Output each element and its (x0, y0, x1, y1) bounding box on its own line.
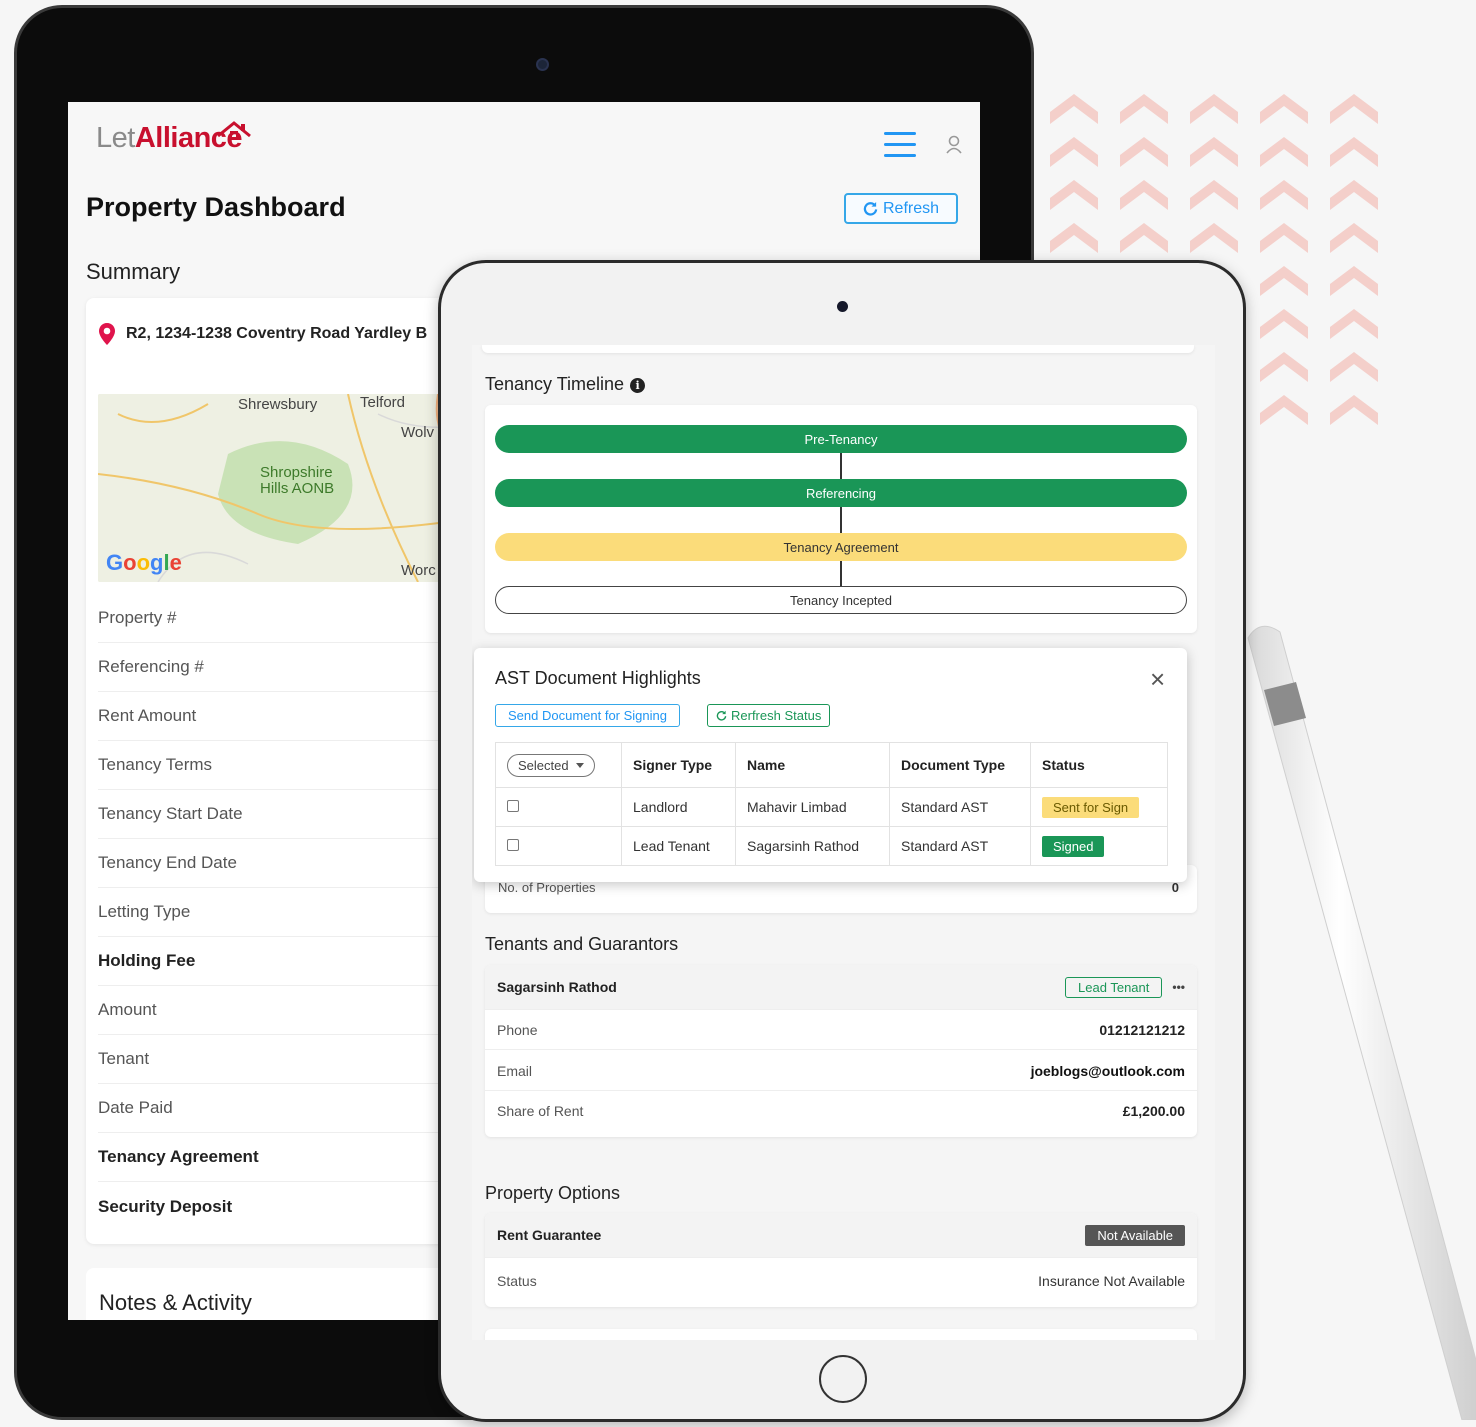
signer-type-cell: Lead Tenant (621, 826, 736, 866)
next-card-edge (485, 1329, 1197, 1340)
map-label-shropshire: Shropshire (260, 464, 333, 481)
tenant-name: Sagarsinh Rathod (497, 979, 617, 995)
map-label-worc: Worc (401, 562, 436, 579)
house-logo-icon (217, 121, 251, 139)
tenant-email-row: Email joeblogs@outlook.com (485, 1051, 1197, 1091)
property-options-card: Rent Guarantee Not Available Status Insu… (485, 1213, 1197, 1307)
refresh-label: Refresh (882, 199, 940, 217)
property-address: R2, 1234-1238 Coventry Road Yardley B (98, 322, 427, 346)
page-title: Property Dashboard (86, 192, 346, 222)
row-select-cell (495, 826, 622, 866)
refresh-icon (716, 710, 727, 721)
location-pin-icon (99, 323, 115, 345)
tablet-camera (536, 58, 549, 71)
tablet-front: Tenancy Timeline i Pre-Tenancy Referencin… (438, 260, 1246, 1422)
timeline-connector (840, 560, 842, 586)
status-badge: Signed (1042, 835, 1105, 857)
signer-type-header[interactable]: Signer Type (621, 742, 736, 788)
share-of-rent-value: £1,200.00 (1122, 1103, 1185, 1119)
selected-dropdown-label: Selected (518, 757, 569, 773)
refresh-button[interactable]: Refresh (844, 193, 958, 224)
chevron-down-icon (575, 762, 584, 768)
signer-type-cell: Landlord (621, 787, 736, 827)
refresh-icon (863, 201, 878, 216)
name-cell: Mahavir Limbad (735, 787, 890, 827)
tenancy-screen: Tenancy Timeline i Pre-Tenancy Referencin… (472, 345, 1215, 1340)
tenancy-timeline-title: Tenancy Timeline i (485, 374, 646, 395)
properties-count-value: 0 (1171, 880, 1179, 895)
refresh-status-button[interactable]: Rerfresh Status (707, 704, 831, 727)
row-checkbox[interactable] (507, 839, 519, 851)
name-header[interactable]: Name (735, 742, 890, 788)
tenancy-timeline-title-text: Tenancy Timeline (485, 374, 625, 394)
table-row: Landlord Mahavir Limbad Standard AST Sen… (495, 787, 1168, 827)
send-document-for-signing-button[interactable]: Send Document for Signing (495, 704, 680, 727)
properties-count-label: No. of Properties (498, 880, 596, 895)
ast-modal-title: AST Document Highlights (495, 668, 701, 688)
name-cell: Sagarsinh Rathod (735, 826, 890, 866)
row-checkbox[interactable] (507, 800, 519, 812)
timeline-connector (840, 453, 842, 479)
email-value: joeblogs@outlook.com (1030, 1062, 1185, 1079)
letalliance-logo[interactable]: LetAlliance (96, 121, 251, 155)
timeline-step-tenancy-agreement[interactable]: Tenancy Agreement (495, 533, 1187, 561)
timeline-step-tenancy-incepted[interactable]: Tenancy Incepted (495, 586, 1187, 614)
status-value: Insurance Not Available (1038, 1273, 1185, 1289)
not-available-badge: Not Available (1085, 1224, 1185, 1246)
status-header[interactable]: Status (1030, 742, 1168, 788)
map-label-shrewsbury: Shrewsbury (238, 396, 318, 413)
google-logo: Google (106, 550, 182, 575)
summary-heading: Summary (86, 259, 181, 284)
phone-label: Phone (497, 1021, 538, 1038)
user-profile-icon[interactable] (944, 135, 964, 155)
rent-guarantee-label: Rent Guarantee (497, 1227, 602, 1243)
table-row: Lead Tenant Sagarsinh Rathod Standard AS… (495, 826, 1168, 866)
status-badge: Sent for Sign (1042, 796, 1140, 818)
previous-card-edge (482, 345, 1194, 353)
more-options-icon[interactable]: ••• (1172, 980, 1185, 994)
status-label: Status (497, 1273, 537, 1289)
document-type-header[interactable]: Document Type (889, 742, 1031, 788)
lead-tenant-badge: Lead Tenant (1065, 976, 1163, 998)
tenant-header-row: Sagarsinh Rathod Lead Tenant ••• (485, 965, 1197, 1010)
status-cell: Sent for Sign (1030, 787, 1168, 827)
address-text: R2, 1234-1238 Coventry Road Yardley B (126, 325, 428, 342)
rent-guarantee-row: Rent Guarantee Not Available (485, 1213, 1197, 1258)
selected-column-header: Selected (495, 742, 622, 788)
status-cell: Signed (1030, 826, 1168, 866)
notes-activity-title: Notes & Activity (99, 1290, 252, 1315)
table-header-row: Selected Signer Type Name Document Type … (495, 742, 1168, 788)
document-type-cell: Standard AST (889, 787, 1031, 827)
tenant-share-row: Share of Rent £1,200.00 (485, 1091, 1197, 1131)
property-options-title: Property Options (485, 1183, 621, 1203)
scene: LetAlliance Property Dashboard Refresh S… (0, 0, 1476, 1427)
tenants-guarantors-title: Tenants and Guarantors (485, 934, 679, 954)
timeline-connector (840, 507, 842, 533)
share-of-rent-label: Share of Rent (497, 1103, 584, 1119)
selected-dropdown[interactable]: Selected (507, 753, 595, 777)
home-button[interactable] (819, 1355, 867, 1403)
info-icon[interactable]: i (630, 377, 646, 393)
refresh-status-label: Rerfresh Status (731, 708, 822, 723)
insurance-status-row: Status Insurance Not Available (485, 1258, 1197, 1304)
phone-value: 01212121212 (1099, 1021, 1185, 1038)
tablet-camera (837, 301, 848, 312)
tenant-card: Sagarsinh Rathod Lead Tenant ••• Phone 0… (485, 965, 1197, 1137)
map-label-hills: Hills AONB (260, 480, 335, 497)
hamburger-menu-icon[interactable] (884, 132, 916, 165)
row-select-cell (495, 787, 622, 827)
logo-text-let: Let (96, 122, 135, 154)
ast-signers-table: Selected Signer Type Name Document Type … (495, 742, 1168, 866)
tenant-phone-row: Phone 01212121212 (485, 1010, 1197, 1050)
timeline-step-referencing[interactable]: Referencing (495, 479, 1187, 507)
stylus-pencil-image (1247, 625, 1476, 1420)
timeline-step-pre-tenancy[interactable]: Pre-Tenancy (495, 425, 1187, 453)
tenancy-timeline-card: Pre-Tenancy Referencing Tenancy Agreemen… (485, 405, 1197, 633)
ast-document-highlights-modal: AST Document Highlights × Send Document … (474, 648, 1187, 882)
email-label: Email (497, 1062, 533, 1079)
close-icon[interactable]: × (1150, 664, 1165, 695)
map-label-telford: Telford (360, 394, 406, 411)
document-type-cell: Standard AST (889, 826, 1031, 866)
map-label-wolv: Wolv (401, 424, 435, 441)
